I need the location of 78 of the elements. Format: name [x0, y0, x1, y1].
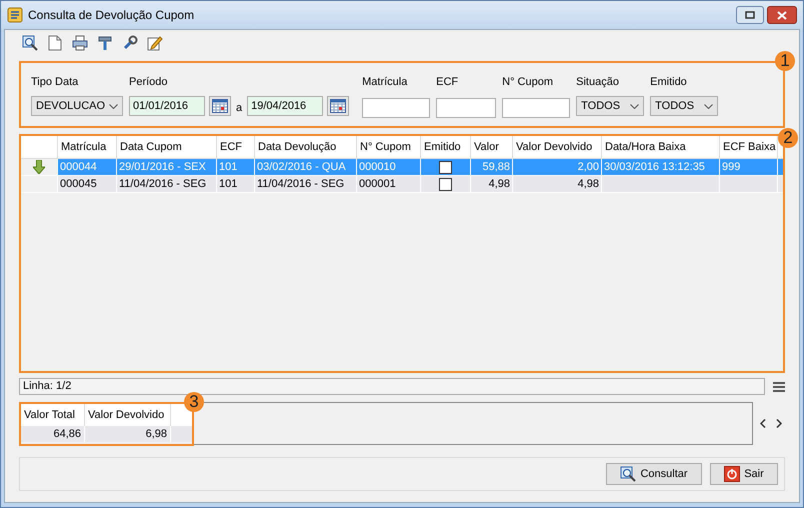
column-header[interactable]: Data Devolução — [255, 136, 357, 158]
search-icon — [620, 466, 636, 482]
total-value: 6,98 — [85, 426, 171, 442]
magnifier-icon — [22, 35, 38, 51]
calendar-button[interactable] — [209, 96, 231, 116]
column-header[interactable]: Valor Devolvido — [513, 136, 602, 158]
text-field[interactable] — [362, 98, 430, 118]
power-icon — [724, 466, 740, 482]
chevron-right-icon — [776, 419, 782, 428]
field-label: N° Cupom — [502, 75, 554, 88]
calendar-icon — [330, 99, 346, 113]
chevron-down-icon — [630, 104, 640, 108]
action-button[interactable]: Sair — [710, 463, 778, 485]
window-title: Consulta de Devolução Cupom — [28, 7, 196, 24]
field-label: Emitido — [650, 75, 688, 88]
table-cell-text: 101 — [219, 176, 238, 192]
calendar-icon — [212, 99, 228, 113]
status-bar: Linha: 1/2 — [19, 378, 765, 395]
field-label: Situação — [576, 75, 620, 88]
column-header[interactable]: ECF — [217, 136, 255, 158]
table-cell-text: 000045 — [60, 176, 97, 192]
action-button[interactable]: Consultar — [606, 463, 702, 485]
total-value: 64,86 — [21, 426, 85, 442]
dropdown[interactable]: TODOS — [650, 96, 718, 116]
column-header[interactable]: Emitido — [421, 136, 471, 158]
printer-icon — [72, 35, 88, 51]
calendar-button[interactable] — [327, 96, 350, 116]
number-badge: 1 — [775, 51, 795, 71]
menu-button[interactable] — [773, 380, 785, 392]
column-header[interactable]: Data/Hora Baixa — [602, 136, 720, 158]
close-button[interactable] — [767, 6, 797, 24]
table-cell-text: 2,00 — [578, 160, 599, 175]
text-field[interactable] — [502, 98, 570, 118]
table-row[interactable]: 000045 11/04/2016 - SEG 101 11/04/2016 - SEG 000001 4,98 4,98 — [21, 176, 783, 193]
checkbox[interactable] — [439, 160, 452, 174]
chevron-left-icon — [760, 419, 766, 428]
table-cell-text: 4,98 — [578, 176, 599, 192]
chevron-down-icon — [704, 104, 714, 108]
toolbar-button[interactable] — [147, 35, 163, 51]
blank-page-icon — [48, 35, 62, 51]
table-cell-text: 30/03/2016 13:12:35 — [604, 160, 705, 175]
table-cell-text: 999 — [722, 160, 740, 175]
toolbar-button[interactable] — [47, 35, 63, 51]
field-label: ECF — [436, 75, 460, 88]
text-field[interactable] — [436, 98, 496, 118]
column-header[interactable]: N° Cupom — [357, 136, 421, 158]
table-cell-text: 11/04/2016 - SEG — [119, 176, 206, 192]
window-app-icon — [7, 7, 23, 23]
field-label: Tipo Data — [31, 75, 80, 88]
column-header[interactable]: Matrícula — [58, 136, 117, 158]
dropdown[interactable]: TODOS — [576, 96, 644, 116]
checkbox[interactable] — [439, 178, 452, 190]
column-header[interactable]: Data Cupom — [117, 136, 217, 158]
table-cell-text: 03/02/2016 - QUA — [257, 160, 346, 175]
date-field[interactable]: 19/04/2016 — [247, 96, 324, 116]
range-separator: a — [236, 100, 242, 116]
table-cell-text: 000010 — [359, 160, 396, 175]
close-icon — [777, 10, 787, 20]
date-field[interactable]: 01/01/2016 — [129, 96, 205, 116]
field-label: Matrícula — [362, 75, 408, 88]
toolbar-button[interactable] — [22, 35, 38, 51]
table-cell-text: 59,88 — [482, 160, 510, 175]
table-cell-text: 000001 — [359, 176, 396, 192]
table-cell-text: 29/01/2016 - SEX — [119, 160, 206, 175]
menu-icon — [773, 382, 785, 392]
column-header[interactable]: Valor — [471, 136, 513, 158]
dropdown[interactable]: DEVOLUCAO — [31, 96, 123, 116]
table-cell-text: 4,98 — [488, 176, 510, 192]
chevron-down-icon — [109, 104, 118, 108]
pencil-paper-icon — [147, 35, 163, 51]
restore-button[interactable] — [736, 6, 764, 24]
table-cell-text: 000044 — [60, 160, 97, 175]
number-badge: 2 — [778, 128, 798, 148]
table-cell-text: 11/04/2016 - SEG — [257, 176, 344, 192]
toolbar-button[interactable] — [72, 35, 88, 51]
table-cell-text: 101 — [219, 160, 238, 175]
field-label: Período — [129, 75, 169, 88]
restore-icon — [745, 11, 755, 19]
